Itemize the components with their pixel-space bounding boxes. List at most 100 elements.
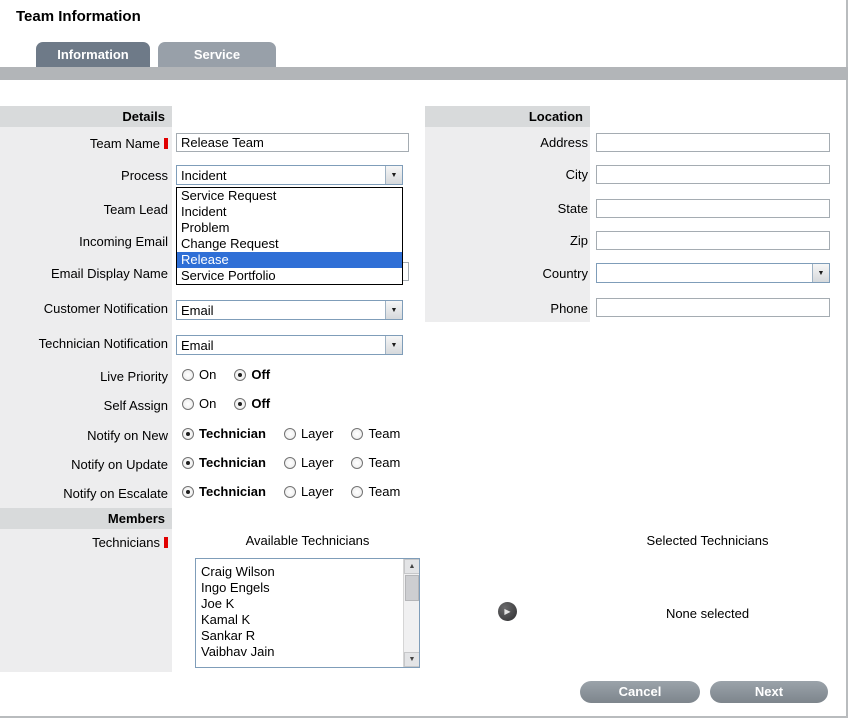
notify-on-new-radio-group: Technician Layer Team	[182, 427, 418, 441]
process-option-service-request[interactable]: Service Request	[177, 188, 402, 204]
notify-escalate-technician-option[interactable]: Technician	[182, 485, 266, 499]
radio-selected-icon[interactable]	[234, 369, 246, 381]
list-item[interactable]: Vaibhav Jain	[196, 644, 402, 660]
self-assign-radio-group: On Off	[182, 397, 288, 411]
live-priority-off-option[interactable]: Off	[234, 368, 270, 382]
customer-notification-label: Customer Notification	[0, 301, 168, 317]
phone-label: Phone	[425, 301, 588, 317]
city-input[interactable]	[596, 165, 830, 184]
radio-selected-icon[interactable]	[182, 428, 194, 440]
list-item[interactable]: Sankar R	[196, 628, 402, 644]
tab-strip	[0, 67, 848, 80]
process-select[interactable]: Incident ▼	[176, 165, 403, 185]
phone-input[interactable]	[596, 298, 830, 317]
radio-icon[interactable]	[182, 398, 194, 410]
scroll-down-icon[interactable]: ▼	[404, 652, 420, 667]
zip-input[interactable]	[596, 231, 830, 250]
cancel-button[interactable]: Cancel	[580, 681, 700, 703]
notify-on-new-label: Notify on New	[0, 428, 168, 444]
email-display-name-label: Email Display Name	[0, 266, 168, 282]
radio-selected-icon[interactable]	[234, 398, 246, 410]
process-option-problem[interactable]: Problem	[177, 220, 402, 236]
required-marker	[164, 138, 168, 149]
move-right-button[interactable]: ▶	[498, 602, 517, 621]
live-priority-label: Live Priority	[0, 369, 168, 385]
customer-notification-select[interactable]: Email ▼	[176, 300, 403, 320]
available-technicians-list[interactable]: Craig Wilson Ingo Engels Joe K Kamal K S…	[195, 558, 420, 668]
process-label: Process	[0, 168, 168, 184]
radio-icon[interactable]	[284, 457, 296, 469]
scroll-up-icon[interactable]: ▲	[404, 559, 420, 574]
page-title: Team Information	[16, 8, 141, 25]
state-input[interactable]	[596, 199, 830, 218]
list-item[interactable]: Joe K	[196, 596, 402, 612]
process-select-value: Incident	[177, 168, 385, 183]
available-technicians-header: Available Technicians	[195, 533, 420, 548]
details-label-column	[0, 106, 172, 672]
process-dropdown-list: Service Request Incident Problem Change …	[176, 187, 403, 285]
radio-icon[interactable]	[284, 428, 296, 440]
radio-selected-icon[interactable]	[182, 486, 194, 498]
live-priority-on-option[interactable]: On	[182, 368, 216, 382]
radio-icon[interactable]	[351, 486, 363, 498]
address-input[interactable]	[596, 133, 830, 152]
team-lead-label: Team Lead	[0, 202, 168, 218]
notify-new-team-option[interactable]: Team	[351, 427, 400, 441]
tab-information[interactable]: Information	[36, 42, 150, 67]
chevron-down-icon[interactable]: ▼	[812, 264, 829, 282]
technician-notification-label: Technician Notification	[0, 336, 168, 352]
technicians-label: Technicians	[0, 535, 168, 551]
technician-list-items: Craig Wilson Ingo Engels Joe K Kamal K S…	[196, 564, 402, 660]
team-name-input[interactable]	[176, 133, 409, 152]
scrollbar-thumb[interactable]	[405, 575, 419, 601]
notify-on-escalate-label: Notify on Escalate	[0, 486, 168, 502]
country-select[interactable]: ▼	[596, 263, 830, 283]
notify-new-technician-option[interactable]: Technician	[182, 427, 266, 441]
address-label: Address	[425, 135, 588, 151]
list-item[interactable]: Ingo Engels	[196, 580, 402, 596]
team-name-label: Team Name	[0, 136, 168, 152]
self-assign-off-option[interactable]: Off	[234, 397, 270, 411]
location-section-header: Location	[425, 106, 590, 127]
process-option-incident[interactable]: Incident	[177, 204, 402, 220]
self-assign-on-option[interactable]: On	[182, 397, 216, 411]
notify-update-technician-option[interactable]: Technician	[182, 456, 266, 470]
details-section-header: Details	[0, 106, 172, 127]
team-information-page: Team Information Information Service Det…	[0, 0, 848, 718]
none-selected-text: None selected	[595, 606, 820, 621]
list-scrollbar[interactable]: ▲ ▼	[403, 559, 419, 667]
city-label: City	[425, 167, 588, 183]
list-item[interactable]: Craig Wilson	[196, 564, 402, 580]
notify-new-layer-option[interactable]: Layer	[284, 427, 334, 441]
radio-icon[interactable]	[351, 457, 363, 469]
play-icon: ▶	[504, 607, 510, 616]
notify-on-escalate-radio-group: Technician Layer Team	[182, 485, 418, 499]
radio-icon[interactable]	[284, 486, 296, 498]
tab-service[interactable]: Service	[158, 42, 276, 67]
notify-update-team-option[interactable]: Team	[351, 456, 400, 470]
list-item[interactable]: Kamal K	[196, 612, 402, 628]
technician-notification-value: Email	[177, 338, 385, 353]
radio-icon[interactable]	[351, 428, 363, 440]
process-option-service-portfolio[interactable]: Service Portfolio	[177, 268, 402, 284]
notify-on-update-radio-group: Technician Layer Team	[182, 456, 418, 470]
process-option-release[interactable]: Release	[177, 252, 402, 268]
self-assign-label: Self Assign	[0, 398, 168, 414]
radio-icon[interactable]	[182, 369, 194, 381]
chevron-down-icon[interactable]: ▼	[385, 301, 402, 319]
chevron-down-icon[interactable]: ▼	[385, 166, 402, 184]
selected-technicians-header: Selected Technicians	[595, 533, 820, 548]
customer-notification-value: Email	[177, 303, 385, 318]
process-option-change-request[interactable]: Change Request	[177, 236, 402, 252]
notify-update-layer-option[interactable]: Layer	[284, 456, 334, 470]
radio-selected-icon[interactable]	[182, 457, 194, 469]
country-label: Country	[425, 266, 588, 282]
live-priority-radio-group: On Off	[182, 368, 288, 382]
technician-notification-select[interactable]: Email ▼	[176, 335, 403, 355]
chevron-down-icon[interactable]: ▼	[385, 336, 402, 354]
next-button[interactable]: Next	[710, 681, 828, 703]
notify-escalate-team-option[interactable]: Team	[351, 485, 400, 499]
members-section-header: Members	[0, 508, 172, 529]
notify-escalate-layer-option[interactable]: Layer	[284, 485, 334, 499]
required-marker	[164, 537, 168, 548]
